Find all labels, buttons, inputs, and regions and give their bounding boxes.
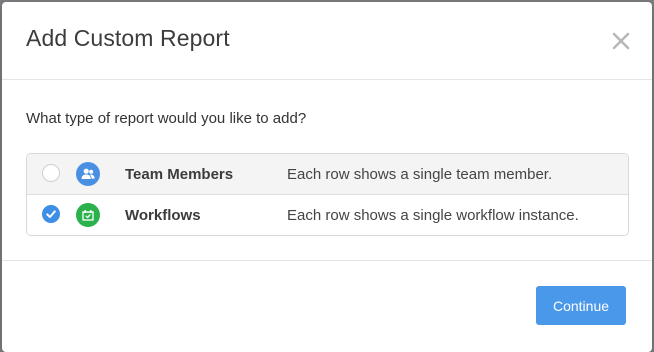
radio-selected-icon[interactable] [42, 205, 60, 223]
dialog-title: Add Custom Report [26, 25, 230, 51]
report-option-description: Each row shows a single workflow instanc… [287, 207, 579, 224]
workflow-icon [76, 203, 100, 227]
report-option-name: Workflows [125, 207, 201, 224]
report-type-question: What type of report would you like to ad… [26, 110, 307, 127]
report-option-description: Each row shows a single team member. [287, 166, 553, 183]
close-icon[interactable] [610, 30, 632, 52]
report-option-workflows[interactable]: Workflows Each row shows a single workfl… [27, 195, 628, 235]
report-type-options: Team Members Each row shows a single tea… [26, 153, 629, 236]
dialog-footer: Continue [2, 261, 652, 351]
team-members-icon [76, 162, 100, 186]
dialog-header: Add Custom Report [2, 2, 652, 80]
continue-button[interactable]: Continue [536, 286, 626, 325]
report-option-team-members[interactable]: Team Members Each row shows a single tea… [27, 154, 628, 195]
report-option-name: Team Members [125, 166, 234, 183]
dialog-body: What type of report would you like to ad… [2, 80, 652, 261]
add-custom-report-dialog: Add Custom Report What type of report wo… [2, 2, 652, 352]
radio-unselected-icon[interactable] [42, 164, 60, 182]
